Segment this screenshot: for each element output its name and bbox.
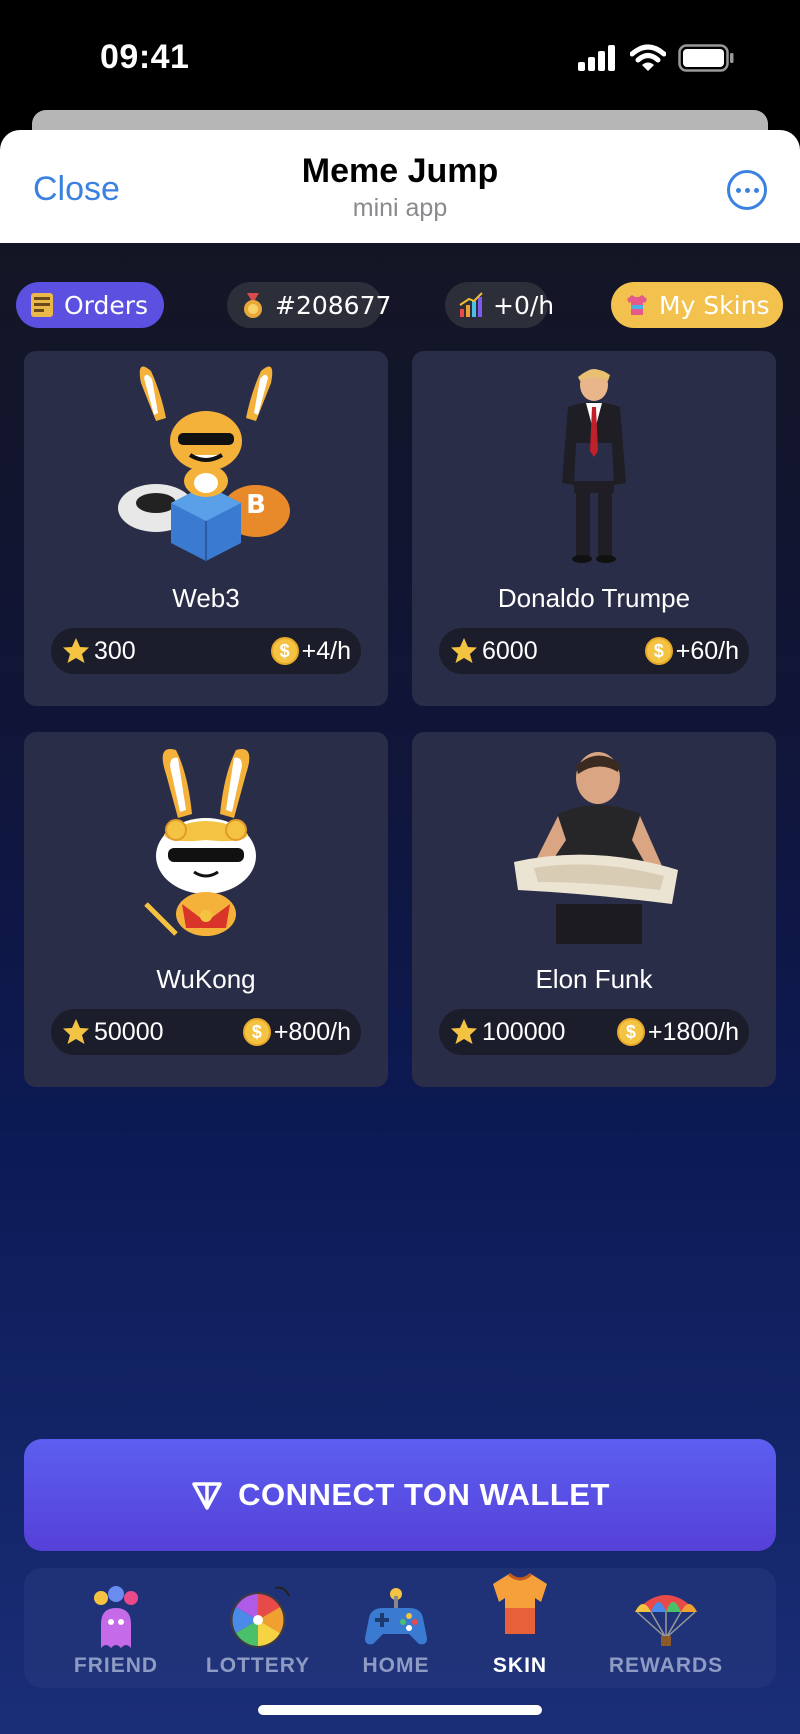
skin-income-value: +4/h [301,636,351,665]
growth-chart-icon [459,292,483,317]
skin-stats: 6000 $ +60/h [439,628,749,674]
rank-value: #208677 [275,290,392,320]
skin-price: 300 [61,636,136,666]
nav-item-home[interactable]: HOME [326,1568,466,1688]
orders-button[interactable]: Orders [16,282,164,328]
lottery-wheel-icon [230,1586,290,1648]
ton-icon [192,1482,222,1510]
svg-text:B: B [246,490,266,520]
more-options-button[interactable] [727,170,767,210]
my-skins-button[interactable]: My Skins [611,282,783,328]
nav-item-lottery[interactable]: LOTTERY [188,1568,328,1688]
wifi-icon [630,44,666,71]
skin-stats: 100000 $ +1800/h [439,1009,749,1055]
page-title: Meme Jump [301,152,499,190]
skin-income: $ +1800/h [616,1017,739,1047]
status-icons [578,44,734,72]
skin-card[interactable]: Elon Funk 100000 $ +1800/h [412,732,776,1087]
skin-price-value: 6000 [482,636,538,665]
rank-badge[interactable]: #208677 [227,282,391,328]
more-dot-icon [753,187,759,193]
nav-label: LOTTERY [205,1654,311,1677]
nav-label: HOME [362,1654,430,1677]
skin-stats: 50000 $ +800/h [51,1009,361,1055]
coin-icon: $ [644,637,673,665]
page-subtitle: mini app [352,194,448,222]
my-skins-label: My Skins [659,290,770,320]
bottom-navigation: FRIEND LOTTERY HOME SKIN REWARDS [24,1568,776,1688]
skin-image-wukong [24,744,388,944]
web3-rabbit-icon: B [118,366,290,561]
skins-icon [627,295,647,315]
home-indicator[interactable] [258,1705,542,1715]
coin-icon: $ [616,1018,645,1046]
nav-label: REWARDS [608,1654,724,1677]
more-dot-icon [744,187,750,193]
skin-card[interactable]: WuKong 50000 $ +800/h [24,732,388,1087]
nav-item-skin[interactable]: SKIN [450,1568,590,1688]
skin-price-value: 100000 [482,1017,566,1046]
skin-price: 6000 [449,636,538,666]
skin-price: 50000 [61,1017,164,1047]
orders-icon [31,293,53,317]
connect-ton-wallet-label: CONNECT TON WALLET [238,1477,610,1512]
connect-ton-wallet-button[interactable]: CONNECT TON WALLET [24,1439,776,1551]
status-time: 09:41 [100,38,190,76]
profit-rate-badge[interactable]: +0/h [445,282,554,328]
star-icon [63,638,89,663]
parachute-icon [635,1595,697,1646]
skin-image-elon-funk [412,744,776,944]
skin-income-value: +1800/h [647,1017,739,1046]
skin-income-value: +800/h [273,1017,351,1046]
friend-icon [94,1586,138,1648]
gamepad-icon [365,1588,427,1645]
mini-app-header: Close Meme Jump mini app [0,130,800,243]
skin-name: WuKong [156,964,256,994]
more-dot-icon [735,187,741,193]
skin-card[interactable]: Donaldo Trumpe 6000 $ +60/h [412,351,776,706]
star-icon [63,1019,89,1044]
tshirt-icon [493,1572,547,1634]
profit-rate-value: +0/h [493,290,555,320]
star-icon [451,1019,477,1044]
skin-name: Donaldo Trumpe [497,583,691,613]
skin-stats: 300 $ +4/h [51,628,361,674]
skin-price-value: 300 [94,636,136,665]
skin-income-value: +60/h [675,636,739,665]
skin-income: $ +800/h [242,1017,351,1047]
star-icon [451,638,477,663]
battery-icon [678,44,734,72]
skin-image-donaldo-trumpe [412,363,776,563]
main-content: Orders #208677 +0/h My Skins B Web3 300 … [0,243,800,1734]
suited-man-figure-icon [562,369,626,563]
medal-icon [244,293,262,318]
signal-icon [578,45,615,71]
skin-income: $ +4/h [270,636,351,666]
nav-item-rewards[interactable]: REWARDS [596,1568,736,1688]
wukong-rabbit-icon [144,749,256,936]
skin-income: $ +60/h [644,636,739,666]
nav-item-friend[interactable]: FRIEND [46,1568,186,1688]
skin-price: 100000 [449,1017,565,1047]
skin-name: Web3 [172,583,240,613]
skin-price-value: 50000 [94,1017,164,1046]
coin-icon: $ [270,637,299,665]
skin-card[interactable]: B Web3 300 $ +4/h [24,351,388,706]
orders-label: Orders [64,290,149,320]
coin-icon: $ [242,1018,271,1046]
status-bar: 09:41 [0,0,800,110]
nav-label: FRIEND [73,1654,159,1677]
nav-label: SKIN [492,1654,548,1677]
skin-image-web3: B [24,363,388,563]
man-holding-sink-icon [514,752,678,944]
skin-name: Elon Funk [535,964,653,994]
